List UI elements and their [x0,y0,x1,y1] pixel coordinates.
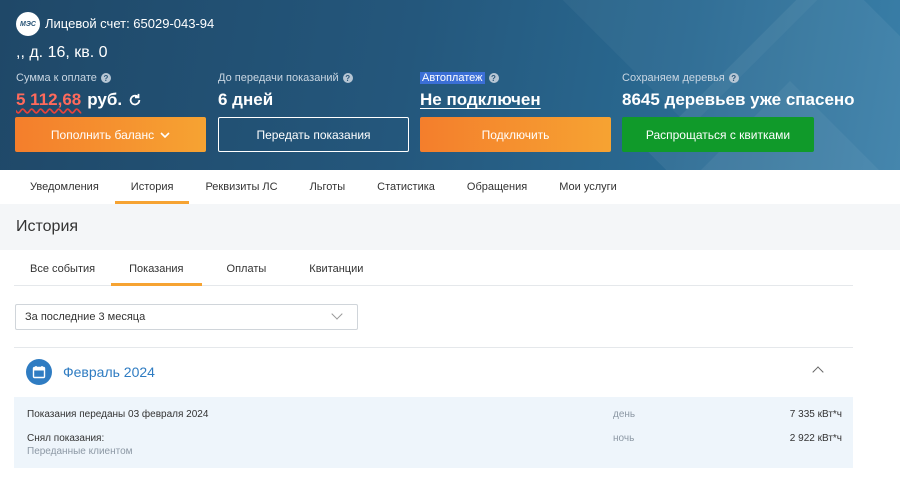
help-icon[interactable]: ? [100,73,111,83]
tab-account-details[interactable]: Реквизиты ЛС [189,170,293,204]
month-heading: Февраль 2024 [63,364,155,380]
refresh-icon[interactable] [128,93,142,107]
reading-night-value: 2 922 кВт*ч [789,433,842,444]
connect-autopay-button[interactable]: Подключить [420,117,611,152]
tariff-day: день [613,409,636,420]
balance-currency: руб. [87,90,123,109]
account-number: Лицевой счет: 65029-043-94 [45,16,215,31]
reading-day-value: 7 335 кВт*ч [789,409,842,420]
balance-amount: 5 112,68 [16,90,82,109]
chevron-up-icon[interactable] [812,366,824,378]
trees-value: 8645 деревьев уже спасено [622,90,855,109]
company-logo: МЭС [16,12,40,36]
trees-block: Сохраняем деревья ? 8645 деревьев уже сп… [622,72,855,110]
tab-history[interactable]: История [114,170,190,204]
help-icon[interactable]: ? [488,73,499,83]
section-header: История [0,204,900,250]
help-icon[interactable]: ? [342,73,353,83]
main-nav: Уведомления История Реквизиты ЛС Льготы … [0,170,900,204]
help-icon[interactable]: ? [728,73,739,83]
account-header: МЭС Лицевой счет: 65029-043-94 ,, д. 16,… [0,0,900,170]
subtab-all-events[interactable]: Все события [14,252,111,285]
balance-block: Сумма к оплате ? 5 112,68 руб. [16,72,142,110]
autopay-block: Автоплатеж ? Не подключен [420,72,541,110]
submit-readings-button[interactable]: Передать показания [218,117,409,152]
chevron-down-icon [160,131,170,138]
tariff-night: ночь [613,433,635,444]
meter-deadline-label: До передачи показаний [218,72,339,84]
tab-notifications[interactable]: Уведомления [14,170,115,204]
opt-out-paper-receipts-button[interactable]: Распрощаться с квитками [622,117,814,152]
calendar-icon [26,359,52,385]
tab-my-services[interactable]: Мои услуги [543,170,633,204]
meter-deadline-block: До передачи показаний ? 6 дней [218,72,353,110]
address: ,, д. 16, кв. 0 [16,44,108,61]
subtab-readings[interactable]: Показания [111,252,202,286]
reading-entry: Показания переданы 03 февраля 2024 Снял … [14,397,853,468]
balance-label: Сумма к оплате [16,72,97,84]
meter-deadline-value: 6 дней [218,90,274,109]
entry-reader-label: Снял показания: [27,433,105,444]
history-subtabs: Все события Показания Оплаты Квитанции [14,252,853,286]
trees-label: Сохраняем деревья [622,72,725,84]
subtab-receipts[interactable]: Квитанции [291,252,381,285]
topup-button[interactable]: Пополнить баланс [15,117,206,152]
divider [14,347,853,348]
autopay-label: Автоплатеж [420,72,485,84]
page-title: История [16,218,79,235]
tab-requests[interactable]: Обращения [451,170,543,204]
chevron-down-icon [331,308,343,320]
tab-benefits[interactable]: Льготы [294,170,362,204]
entry-reader-value: Переданные клиентом [27,446,133,457]
entry-submitted-date: Показания переданы 03 февраля 2024 [27,409,209,420]
period-select[interactable]: За последние 3 месяца [15,304,358,330]
autopay-status[interactable]: Не подключен [420,90,541,110]
tab-statistics[interactable]: Статистика [361,170,451,204]
subtab-payments[interactable]: Оплаты [202,252,292,285]
